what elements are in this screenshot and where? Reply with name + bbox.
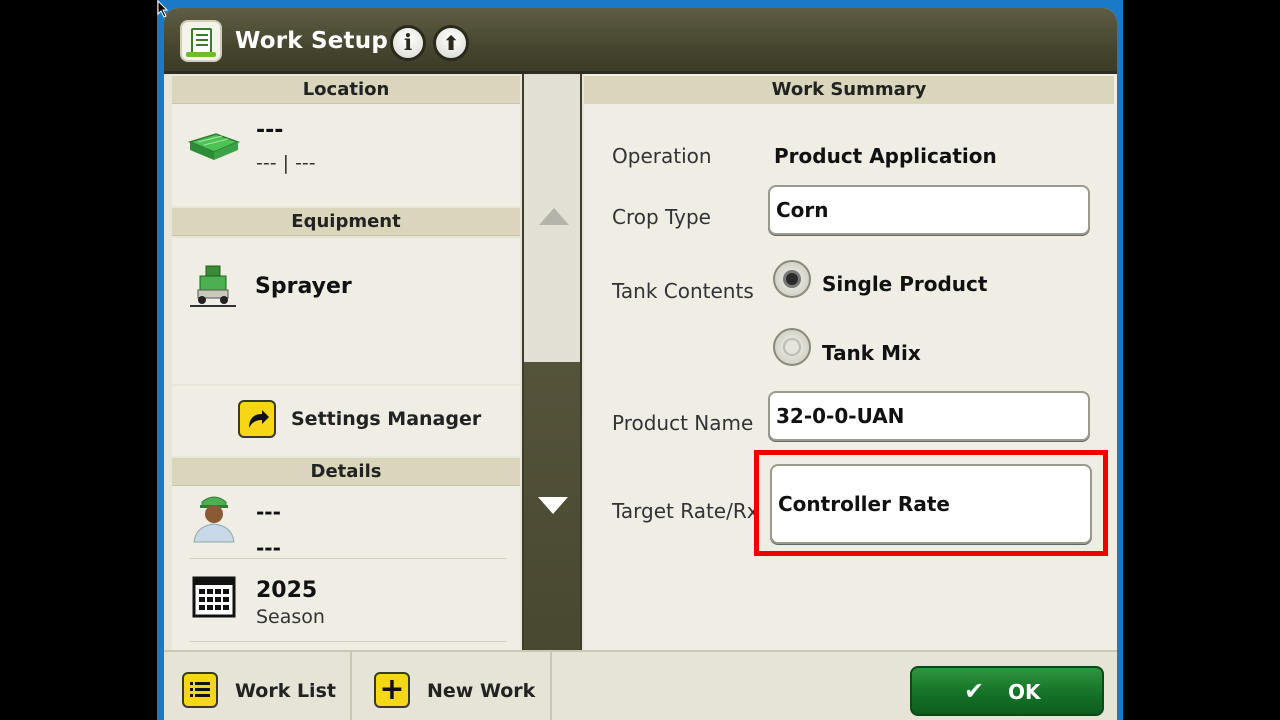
operator-line1: ---: [256, 500, 281, 524]
work-list-button[interactable]: Work List: [164, 652, 352, 720]
location-name: ---: [256, 118, 284, 143]
scroll-up-button[interactable]: [522, 74, 582, 364]
equipment-panel[interactable]: Sprayer: [172, 238, 520, 384]
work-summary-heading: Work Summary: [584, 76, 1114, 104]
crop-type-field[interactable]: Corn: [768, 185, 1090, 235]
title-bar: Work Setup i ⬆: [164, 8, 1117, 74]
ok-label: OK: [1008, 680, 1041, 704]
calendar-icon: [192, 576, 236, 618]
operation-label: Operation: [612, 144, 712, 168]
crop-type-label: Crop Type: [612, 205, 711, 229]
details-panel: --- --- 2025 Season: [172, 486, 520, 650]
mouse-cursor-icon: [157, 0, 169, 18]
details-heading: Details: [172, 458, 520, 486]
work-setup-window: Work Setup i ⬆ Location --- --- | --- Eq…: [164, 8, 1117, 720]
bottom-bar: Work List + New Work ✔ OK: [164, 650, 1117, 720]
settings-manager-button[interactable]: Settings Manager: [172, 386, 520, 456]
work-summary-panel: Work Summary Operation Product Applicati…: [584, 74, 1117, 650]
tank-mix-label: Tank Mix: [822, 341, 921, 365]
plus-icon: +: [374, 672, 410, 708]
tank-mix-radio[interactable]: [773, 328, 811, 366]
new-work-label: New Work: [427, 680, 536, 702]
equipment-name: Sprayer: [255, 274, 352, 299]
work-setup-app-icon: [180, 20, 222, 62]
location-heading: Location: [172, 76, 520, 104]
scroll-up-arrow-icon: [539, 208, 569, 225]
ok-button[interactable]: ✔ OK: [910, 666, 1104, 716]
target-rate-label: Target Rate/Rx: [612, 499, 759, 523]
window-title: Work Setup: [235, 28, 388, 54]
sprayer-icon: [190, 265, 236, 307]
operator-icon[interactable]: [190, 492, 238, 544]
tank-contents-label: Tank Contents: [612, 279, 754, 303]
divider: [190, 558, 506, 559]
share-arrow-icon: [238, 400, 276, 438]
new-work-button[interactable]: + New Work: [354, 652, 552, 720]
highlight-box: [754, 450, 1108, 556]
list-icon: [182, 672, 218, 708]
scroll-down-button[interactable]: [522, 362, 582, 650]
operator-line2: ---: [256, 536, 281, 560]
divider: [190, 641, 506, 642]
settings-manager-label: Settings Manager: [291, 408, 482, 430]
product-name-field[interactable]: 32-0-0-UAN: [768, 391, 1090, 441]
season-label: Season: [256, 606, 325, 628]
product-name-label: Product Name: [612, 411, 754, 435]
checkmark-icon: ✔: [964, 677, 985, 705]
work-list-label: Work List: [235, 680, 336, 702]
info-icon[interactable]: i: [390, 25, 426, 61]
operation-value: Product Application: [774, 144, 997, 168]
location-detail: --- | ---: [256, 152, 316, 174]
upload-icon[interactable]: ⬆: [433, 25, 469, 61]
single-product-label: Single Product: [822, 272, 988, 296]
equipment-heading: Equipment: [172, 208, 520, 236]
field-icon: [187, 133, 241, 160]
scroll-down-arrow-icon: [538, 497, 568, 514]
season-year: 2025: [256, 578, 318, 603]
single-product-radio[interactable]: [773, 260, 811, 298]
location-panel[interactable]: --- --- | ---: [172, 104, 520, 206]
